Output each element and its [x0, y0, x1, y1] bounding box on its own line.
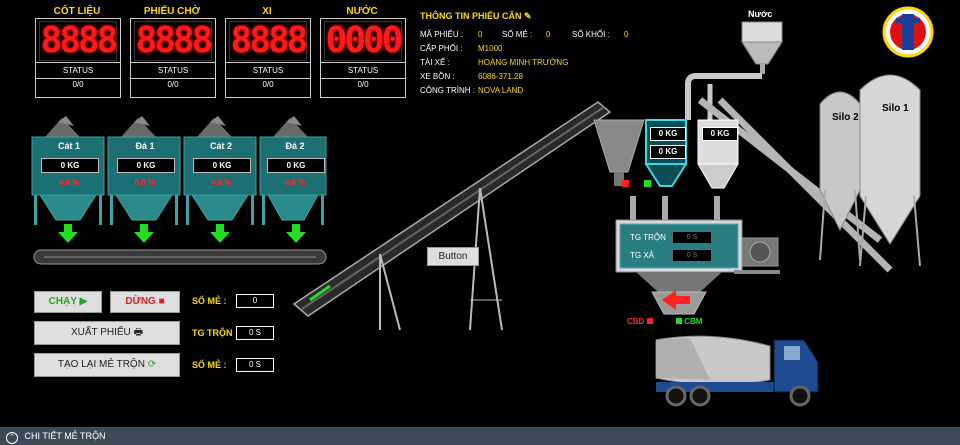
hopper-kg: 0 KG: [117, 158, 175, 173]
led-digits: 8888: [39, 20, 118, 61]
water-label: Nước: [748, 9, 773, 19]
export-label: XUẤT PHIẾU: [70, 327, 131, 338]
so-me2-input[interactable]: 0 S: [236, 358, 274, 372]
hopper-pct: 0.0 %: [58, 178, 80, 187]
led-digits: 8888: [134, 20, 213, 61]
mixer-tg-tron-value: 0 S: [672, 231, 712, 244]
company-logo: [882, 6, 934, 58]
water-kg: 0 KG: [702, 127, 738, 141]
mixer-tg-tron-label: TG TRỘN: [630, 233, 666, 242]
play-icon: ▶: [79, 296, 88, 307]
aggregate-weigh-hopper: [593, 119, 645, 186]
printer-icon: 🖶: [133, 327, 144, 338]
recreate-label: TẠO LẠI MẺ TRỘN: [57, 359, 145, 370]
display-count: 0/0: [72, 80, 84, 89]
mixer-truck: [655, 335, 819, 407]
display-title-cot-lieu: CỐT LIỆU: [53, 6, 101, 17]
status-led-green: [644, 180, 651, 187]
display-title-phieu-cho: PHIẾU CHỜ: [143, 6, 201, 17]
generic-button[interactable]: Button: [427, 247, 479, 266]
cbm-label: CBM: [676, 317, 702, 326]
silo-1-label: Silo 1: [882, 103, 909, 114]
hopper-kg: 0 KG: [41, 158, 99, 173]
down-arrow-icon: [58, 224, 306, 243]
export-ticket-button[interactable]: XUẤT PHIẾU 🖶: [34, 321, 180, 345]
hopper-pct: 0.0 %: [210, 178, 232, 187]
hopper-pct: 0.0 %: [134, 178, 156, 187]
run-label: CHẠY: [48, 296, 77, 307]
so-me-label: SỐ MẺ :: [192, 296, 227, 306]
batch-detail-label: CHI TIẾT MẺ TRỘN: [24, 431, 106, 441]
display-count: 0/0: [167, 80, 179, 89]
mixer-tg-xa-value: 0 S: [672, 249, 712, 262]
cement-kg-bottom: 0 KG: [650, 145, 686, 159]
display-phieu-cho: 8888 STATUS 0/0: [130, 18, 216, 98]
run-button[interactable]: CHẠY ▶: [34, 291, 102, 313]
status-led-red: [622, 180, 629, 187]
display-status: STATUS: [131, 62, 215, 79]
tg-tron-input[interactable]: 0 S: [236, 326, 274, 340]
mixer-tg-xa-label: TG XẢ: [630, 251, 655, 260]
batch-detail-bar[interactable]: ⌃ CHI TIẾT MẺ TRỘN: [0, 427, 960, 445]
hopper-name: Đá 1: [135, 141, 155, 151]
plant-graphics: [292, 6, 934, 407]
display-cot-lieu: 8888 STATUS 0/0: [35, 18, 121, 98]
hopper-name: Cát 1: [57, 141, 80, 151]
so-me2-label: SỐ MẺ :: [192, 360, 227, 370]
inclined-conveyor: [292, 101, 612, 331]
silo-2-label: Silo 2: [832, 112, 859, 123]
cement-kg-top: 0 KG: [650, 127, 686, 141]
display-status: STATUS: [36, 62, 120, 79]
stop-label: DỪNG: [125, 296, 156, 307]
stop-icon: ■: [158, 296, 165, 307]
cbd-label: CBD: [627, 317, 653, 326]
hopper-name: Cát 2: [209, 141, 232, 151]
so-me-input[interactable]: 0: [236, 294, 274, 308]
tg-tron-label: TG TRỘN :: [192, 328, 238, 338]
chevron-up-icon[interactable]: ⌃: [6, 432, 18, 444]
hopper-kg: 0 KG: [193, 158, 251, 173]
refresh-icon: ⟳: [147, 359, 157, 370]
recreate-batch-button[interactable]: TẠO LẠI MẺ TRỘN ⟳: [34, 353, 180, 377]
water-tank: [741, 21, 783, 74]
stop-button[interactable]: DỪNG ■: [110, 291, 180, 313]
